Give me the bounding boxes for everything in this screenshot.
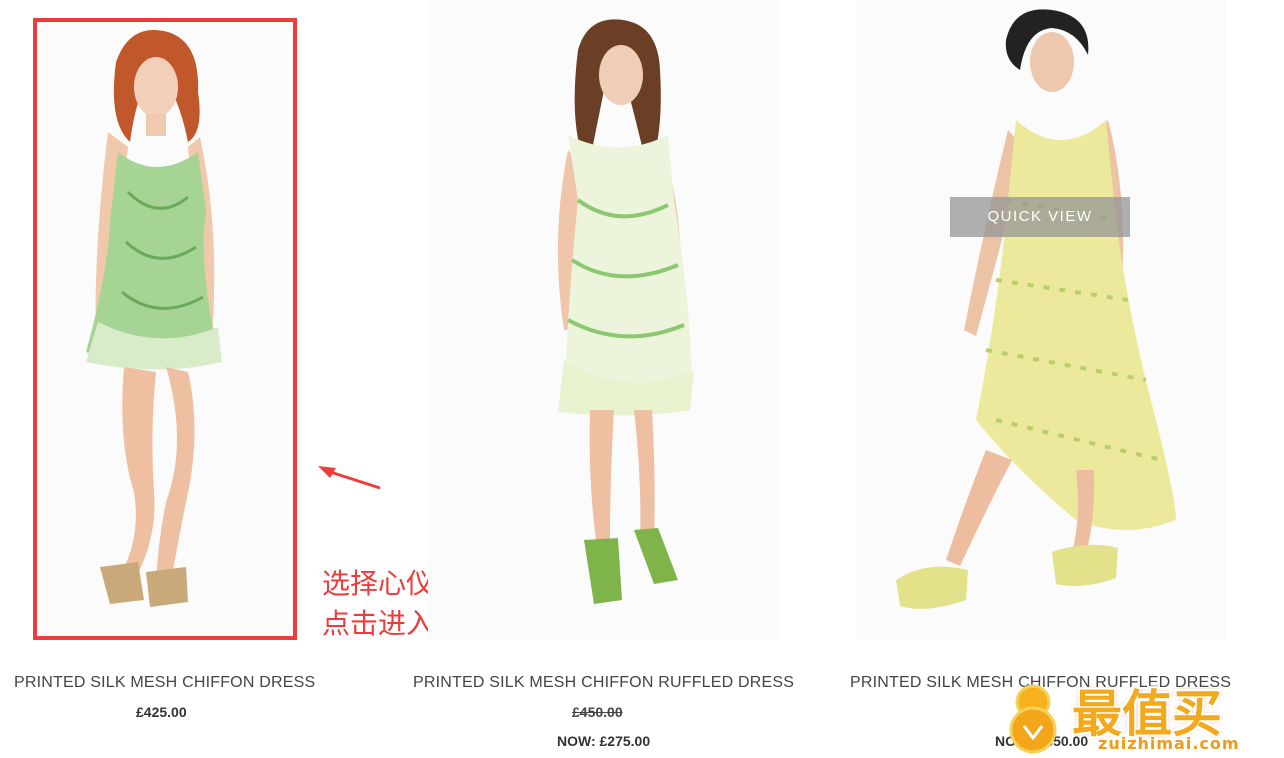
annotation-arrow-icon (318, 466, 381, 490)
product-card-2[interactable]: PRINTED SILK MESH CHIFFON RUFFLED DRESS … (400, 0, 810, 758)
quick-view-button[interactable]: QUICK VIEW (950, 197, 1130, 237)
product-2-sale-price: NOW: £275.00 (557, 733, 651, 749)
product-2-title[interactable]: PRINTED SILK MESH CHIFFON RUFFLED DRESS (413, 674, 794, 692)
selection-highlight-box (33, 18, 297, 640)
product-2-old-price: £450.00 (572, 704, 623, 720)
product-1-price: £425.00 (136, 704, 187, 720)
product-card-3[interactable]: PRINTED SILK MESH CHIFFON RUFFLED DRESS … (840, 0, 1284, 758)
product-3-image[interactable] (856, 0, 1226, 640)
product-2-image[interactable] (428, 0, 780, 640)
watermark-logo: 最值买 zuizhimai.com (994, 676, 1280, 756)
gourd-mascot-icon (1009, 684, 1057, 754)
watermark-domain: zuizhimai.com (1098, 734, 1240, 753)
product-1-title[interactable]: PRINTED SILK MESH CHIFFON DRESS (14, 674, 315, 692)
